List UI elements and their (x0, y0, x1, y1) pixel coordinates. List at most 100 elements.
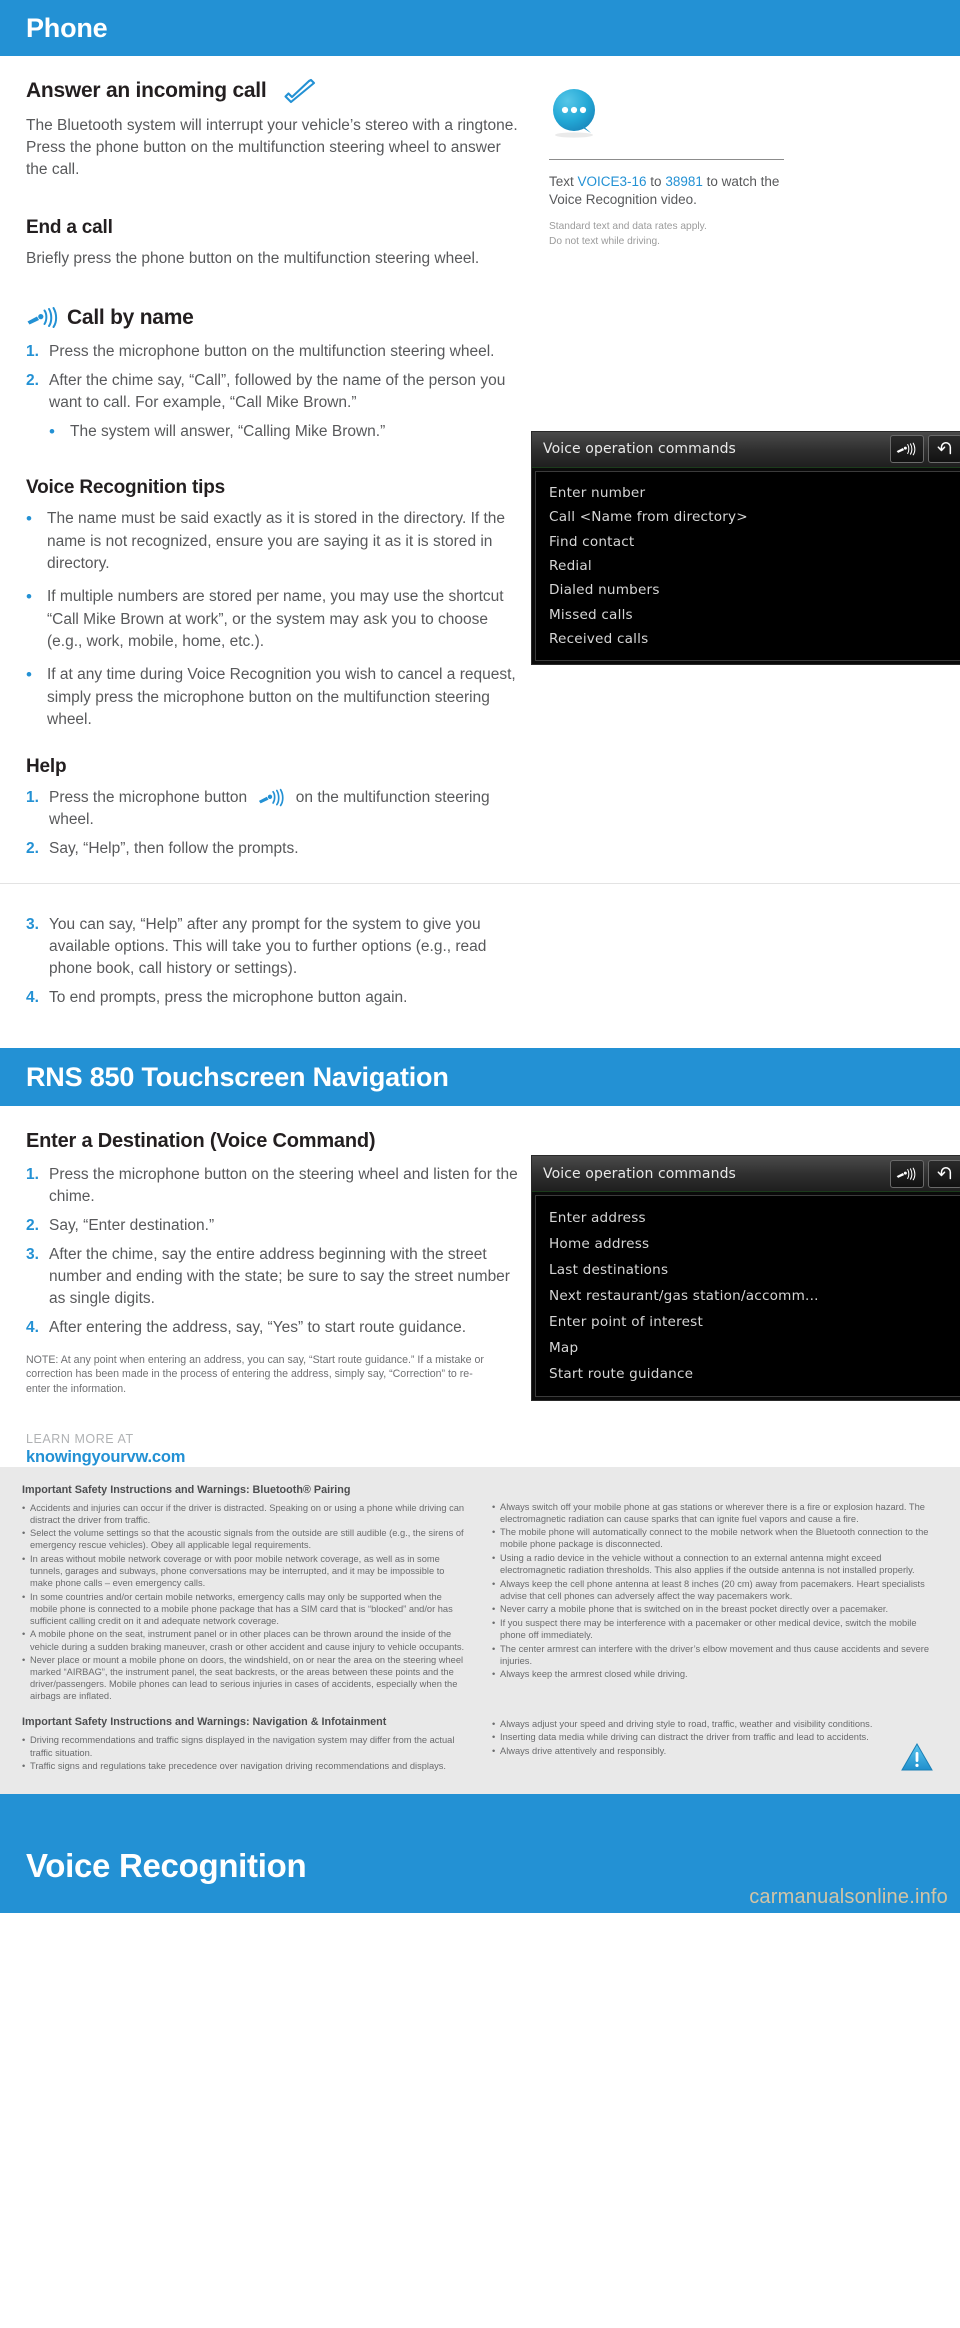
list-item: • The mobile phone will automatically con… (492, 1526, 938, 1550)
callout-fine-1: Standard text and data rates apply. (549, 221, 707, 233)
enter-destination-steps: 1. Press the microphone button on the st… (26, 1164, 521, 1339)
list-item: • The name must be said exactly as it is… (26, 508, 521, 575)
list-item: • Traffic signs and regulations take prec… (22, 1760, 468, 1772)
list-item: • Select the volume settings so that the … (22, 1527, 468, 1551)
step-text-pre: Press the microphone button (49, 789, 248, 807)
bullet-dot-icon: • (492, 1643, 496, 1654)
bullet-text: If at any time during Voice Recognition … (47, 666, 516, 728)
list-item: • Never place or mount a mobile phone on … (22, 1654, 468, 1702)
callout-fineprint: Standard text and data rates apply. Do n… (549, 220, 784, 248)
answer-call-body: The Bluetooth system will interrupt your… (26, 117, 518, 178)
safety-footer: Important Safety Instructions and Warnin… (0, 1466, 960, 1794)
answer-call-heading: Answer an incoming call (26, 78, 521, 104)
screen-back-button[interactable] (928, 1159, 960, 1188)
list-item[interactable]: Enter number (536, 481, 960, 505)
step-text: Say, “Help”, then follow the prompts. (49, 840, 299, 858)
bullet-dot-icon: • (22, 1655, 26, 1666)
list-item: 3. You can say, “Help” after any prompt … (26, 914, 521, 980)
enter-destination-heading: Enter a Destination (Voice Command) (26, 1130, 376, 1153)
help-continued-column: 3. You can say, “Help” after any prompt … (26, 914, 521, 1009)
list-item[interactable]: Redial (536, 554, 960, 578)
bullet-text: The mobile phone will automatically conn… (500, 1527, 929, 1550)
safety-nav-heading: Important Safety Instructions and Warnin… (22, 1716, 387, 1729)
list-item[interactable]: Home address (536, 1231, 960, 1257)
bullet-text: The name must be said exactly as it is s… (47, 510, 506, 572)
screen-back-button[interactable] (928, 435, 960, 464)
rns-section-body: Enter a Destination (Voice Command) 1. P… (0, 1106, 960, 1467)
list-item: • Accidents and injuries can occur if the… (22, 1502, 468, 1526)
safety-right-column: • Always switch off your mobile phone at … (492, 1484, 938, 1774)
microphone-voice-icon (257, 788, 285, 808)
help-steps-continued: 3. You can say, “Help” after any prompt … (26, 914, 521, 1009)
learn-more-block: LEARN MORE AT knowingyourvw.com (26, 1432, 521, 1467)
bullet-text: Always adjust your speed and driving sty… (500, 1718, 873, 1729)
rns-left-column: Enter a Destination (Voice Command) 1. P… (26, 1130, 521, 1467)
list-item[interactable]: Next restaurant/gas station/accomm... (536, 1283, 960, 1309)
list-item: • If you suspect there may be interferenc… (492, 1617, 938, 1641)
list-item[interactable]: Dialed numbers (536, 578, 960, 602)
bullet-dot-icon: • (492, 1745, 496, 1756)
list-item: 1. Press the microphone button on the mu… (26, 787, 521, 831)
bullet-text: Accidents and injuries can occur if the … (30, 1502, 465, 1525)
list-item: 2. After the chime say, “Call”, followed… (26, 370, 521, 414)
step-number: 3. (26, 1246, 39, 1264)
help-heading: Help (26, 756, 67, 778)
callout-mid: to (646, 174, 666, 189)
step-text: After the chime, say the entire address … (49, 1246, 510, 1308)
answer-call-heading-text: Answer an incoming call (26, 79, 267, 102)
step-text: Press the microphone button on the multi… (49, 343, 495, 360)
list-item: • The system will answer, “Calling Mike … (49, 421, 521, 443)
bullet-text: Inserting data media while driving can d… (500, 1732, 869, 1743)
list-item[interactable]: Received calls (536, 627, 960, 651)
bullet-dot-icon: • (22, 1502, 26, 1513)
bullet-text: If multiple numbers are stored per name,… (47, 588, 504, 650)
safety-left-column: Important Safety Instructions and Warnin… (22, 1484, 468, 1774)
phone-handset-icon (275, 78, 317, 104)
callout-shortcode: 38981 (665, 174, 703, 189)
list-item: • Using a radio device in the vehicle wit… (492, 1552, 938, 1576)
call-by-name-subbullets: • The system will answer, “Calling Mike … (49, 421, 521, 443)
bullet-text: Never place or mount a mobile phone on d… (30, 1655, 464, 1702)
screen-command-list: Enter number Call <Name from directory> … (535, 470, 960, 662)
bullet-dot-icon: • (22, 1554, 26, 1564)
end-call-heading: End a call (26, 217, 113, 238)
bullet-text: Using a radio device in the vehicle with… (500, 1553, 915, 1576)
step-number: 2. (26, 372, 39, 389)
step-text: Press the microphone button on the multi… (49, 787, 521, 831)
bullet-text: Driving recommendations and traffic sign… (30, 1735, 455, 1758)
list-item[interactable]: Call <Name from directory> (536, 505, 960, 529)
list-item: • Always adjust your speed and driving st… (492, 1718, 938, 1730)
call-by-name-heading-text: Call by name (67, 306, 194, 329)
list-item: • Always keep the cell phone antenna at l… (492, 1578, 938, 1602)
list-item[interactable]: Start route guidance (536, 1361, 960, 1387)
list-item[interactable]: Missed calls (536, 602, 960, 626)
speech-bubble-icon (553, 89, 595, 138)
bullet-text: A mobile phone on the seat, instrument p… (30, 1629, 465, 1652)
list-item[interactable]: Map (536, 1335, 960, 1361)
list-item[interactable]: Enter point of interest (536, 1309, 960, 1335)
screen-title-bar: Voice operation commands (532, 1156, 960, 1193)
safety-nav-left-list: • Driving recommendations and traffic sig… (22, 1734, 468, 1772)
list-item[interactable]: Last destinations (536, 1257, 960, 1283)
screen-microphone-button[interactable] (890, 1159, 924, 1188)
bottom-banner: Voice Recognition carmanualsonline.info (0, 1793, 960, 1913)
list-item: • If multiple numbers are stored per nam… (26, 586, 521, 653)
list-item: • If at any time during Voice Recognitio… (26, 664, 521, 731)
callout-fine-2: Do not text while driving. (549, 235, 660, 247)
screen-microphone-button[interactable] (890, 435, 924, 464)
list-item[interactable]: Enter address (536, 1205, 960, 1231)
bullet-dot-icon: • (22, 1629, 26, 1640)
bullet-dot-icon: • (49, 422, 55, 441)
list-item[interactable]: Find contact (536, 529, 960, 553)
phone-right-column: Text VOICE3-16 to 38981 to watch the Voi… (521, 78, 960, 867)
bullet-text: The system will answer, “Calling Mike Br… (70, 423, 386, 440)
step-number: 4. (26, 1319, 39, 1337)
learn-more-label: LEARN MORE AT (26, 1431, 134, 1446)
step-text: Press the microphone button on the steer… (49, 1166, 518, 1206)
phone-left-column: Answer an incoming call The Bluetooth sy… (26, 78, 521, 867)
callout-code: VOICE3-16 (577, 174, 647, 189)
learn-more-link[interactable]: knowingyourvw.com (26, 1448, 521, 1467)
step-text: After the chime say, “Call”, followed by… (49, 372, 506, 411)
